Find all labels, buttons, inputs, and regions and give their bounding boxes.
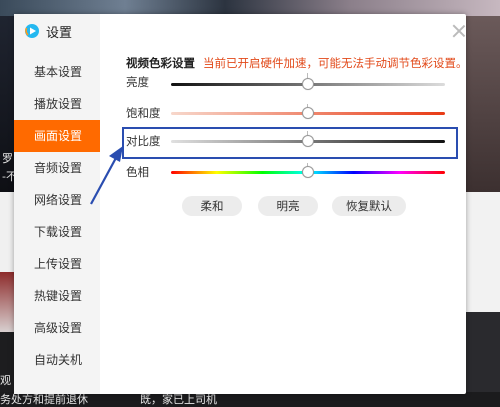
background-caption: 罗 <box>2 152 13 165</box>
dialog-title: 设置 <box>24 21 72 41</box>
app-logo-icon <box>25 24 39 38</box>
nav-item-advanced[interactable]: 高级设置 <box>14 312 100 344</box>
brightness-label: 亮度 <box>126 75 149 89</box>
hardware-acceleration-warning: 当前已开启硬件加速，可能无法手动调节色彩设置。 <box>203 56 468 70</box>
annotation-arrow-icon <box>90 146 123 205</box>
contrast-highlight-annotation <box>122 127 458 159</box>
thumbnail-right-2 <box>466 192 500 312</box>
color-settings-header: 视频色彩设置 当前已开启硬件加速，可能无法手动调节色彩设置。 <box>126 55 468 71</box>
nav-item-download[interactable]: 下载设置 <box>14 216 100 248</box>
hue-slider-thumb[interactable] <box>302 166 314 178</box>
background-caption: 观 <box>0 374 11 387</box>
dialog-title-text: 设置 <box>46 25 73 41</box>
soft-preset-button[interactable]: 柔和 <box>182 196 242 216</box>
saturation-label: 饱和度 <box>126 106 161 120</box>
settings-nav: 基本设置 播放设置 画面设置 音频设置 网络设置 下载设置 上传设置 热键设置 … <box>14 56 100 376</box>
thumbnail-right-1 <box>466 16 500 192</box>
section-title: 视频色彩设置 <box>126 56 195 70</box>
brightness-slider-thumb[interactable] <box>302 78 314 90</box>
nav-item-basic[interactable]: 基本设置 <box>14 56 100 88</box>
saturation-slider-thumb[interactable] <box>302 107 314 119</box>
nav-item-upload[interactable]: 上传设置 <box>14 248 100 280</box>
thumbnail-left-2 <box>0 192 14 272</box>
restore-default-button[interactable]: 恢复默认 <box>332 196 406 216</box>
close-icon[interactable] <box>452 24 466 38</box>
thumbnail-left-3 <box>0 272 14 332</box>
hue-label: 色相 <box>126 165 149 179</box>
nav-item-playback[interactable]: 播放设置 <box>14 88 100 120</box>
nav-item-hotkeys[interactable]: 热键设置 <box>14 280 100 312</box>
nav-item-auto-shutdown[interactable]: 自动关机 <box>14 344 100 376</box>
settings-dialog: 设置 基本设置 播放设置 画面设置 音频设置 网络设置 下载设置 上传设置 热键… <box>14 14 468 394</box>
bright-preset-button[interactable]: 明亮 <box>258 196 318 216</box>
